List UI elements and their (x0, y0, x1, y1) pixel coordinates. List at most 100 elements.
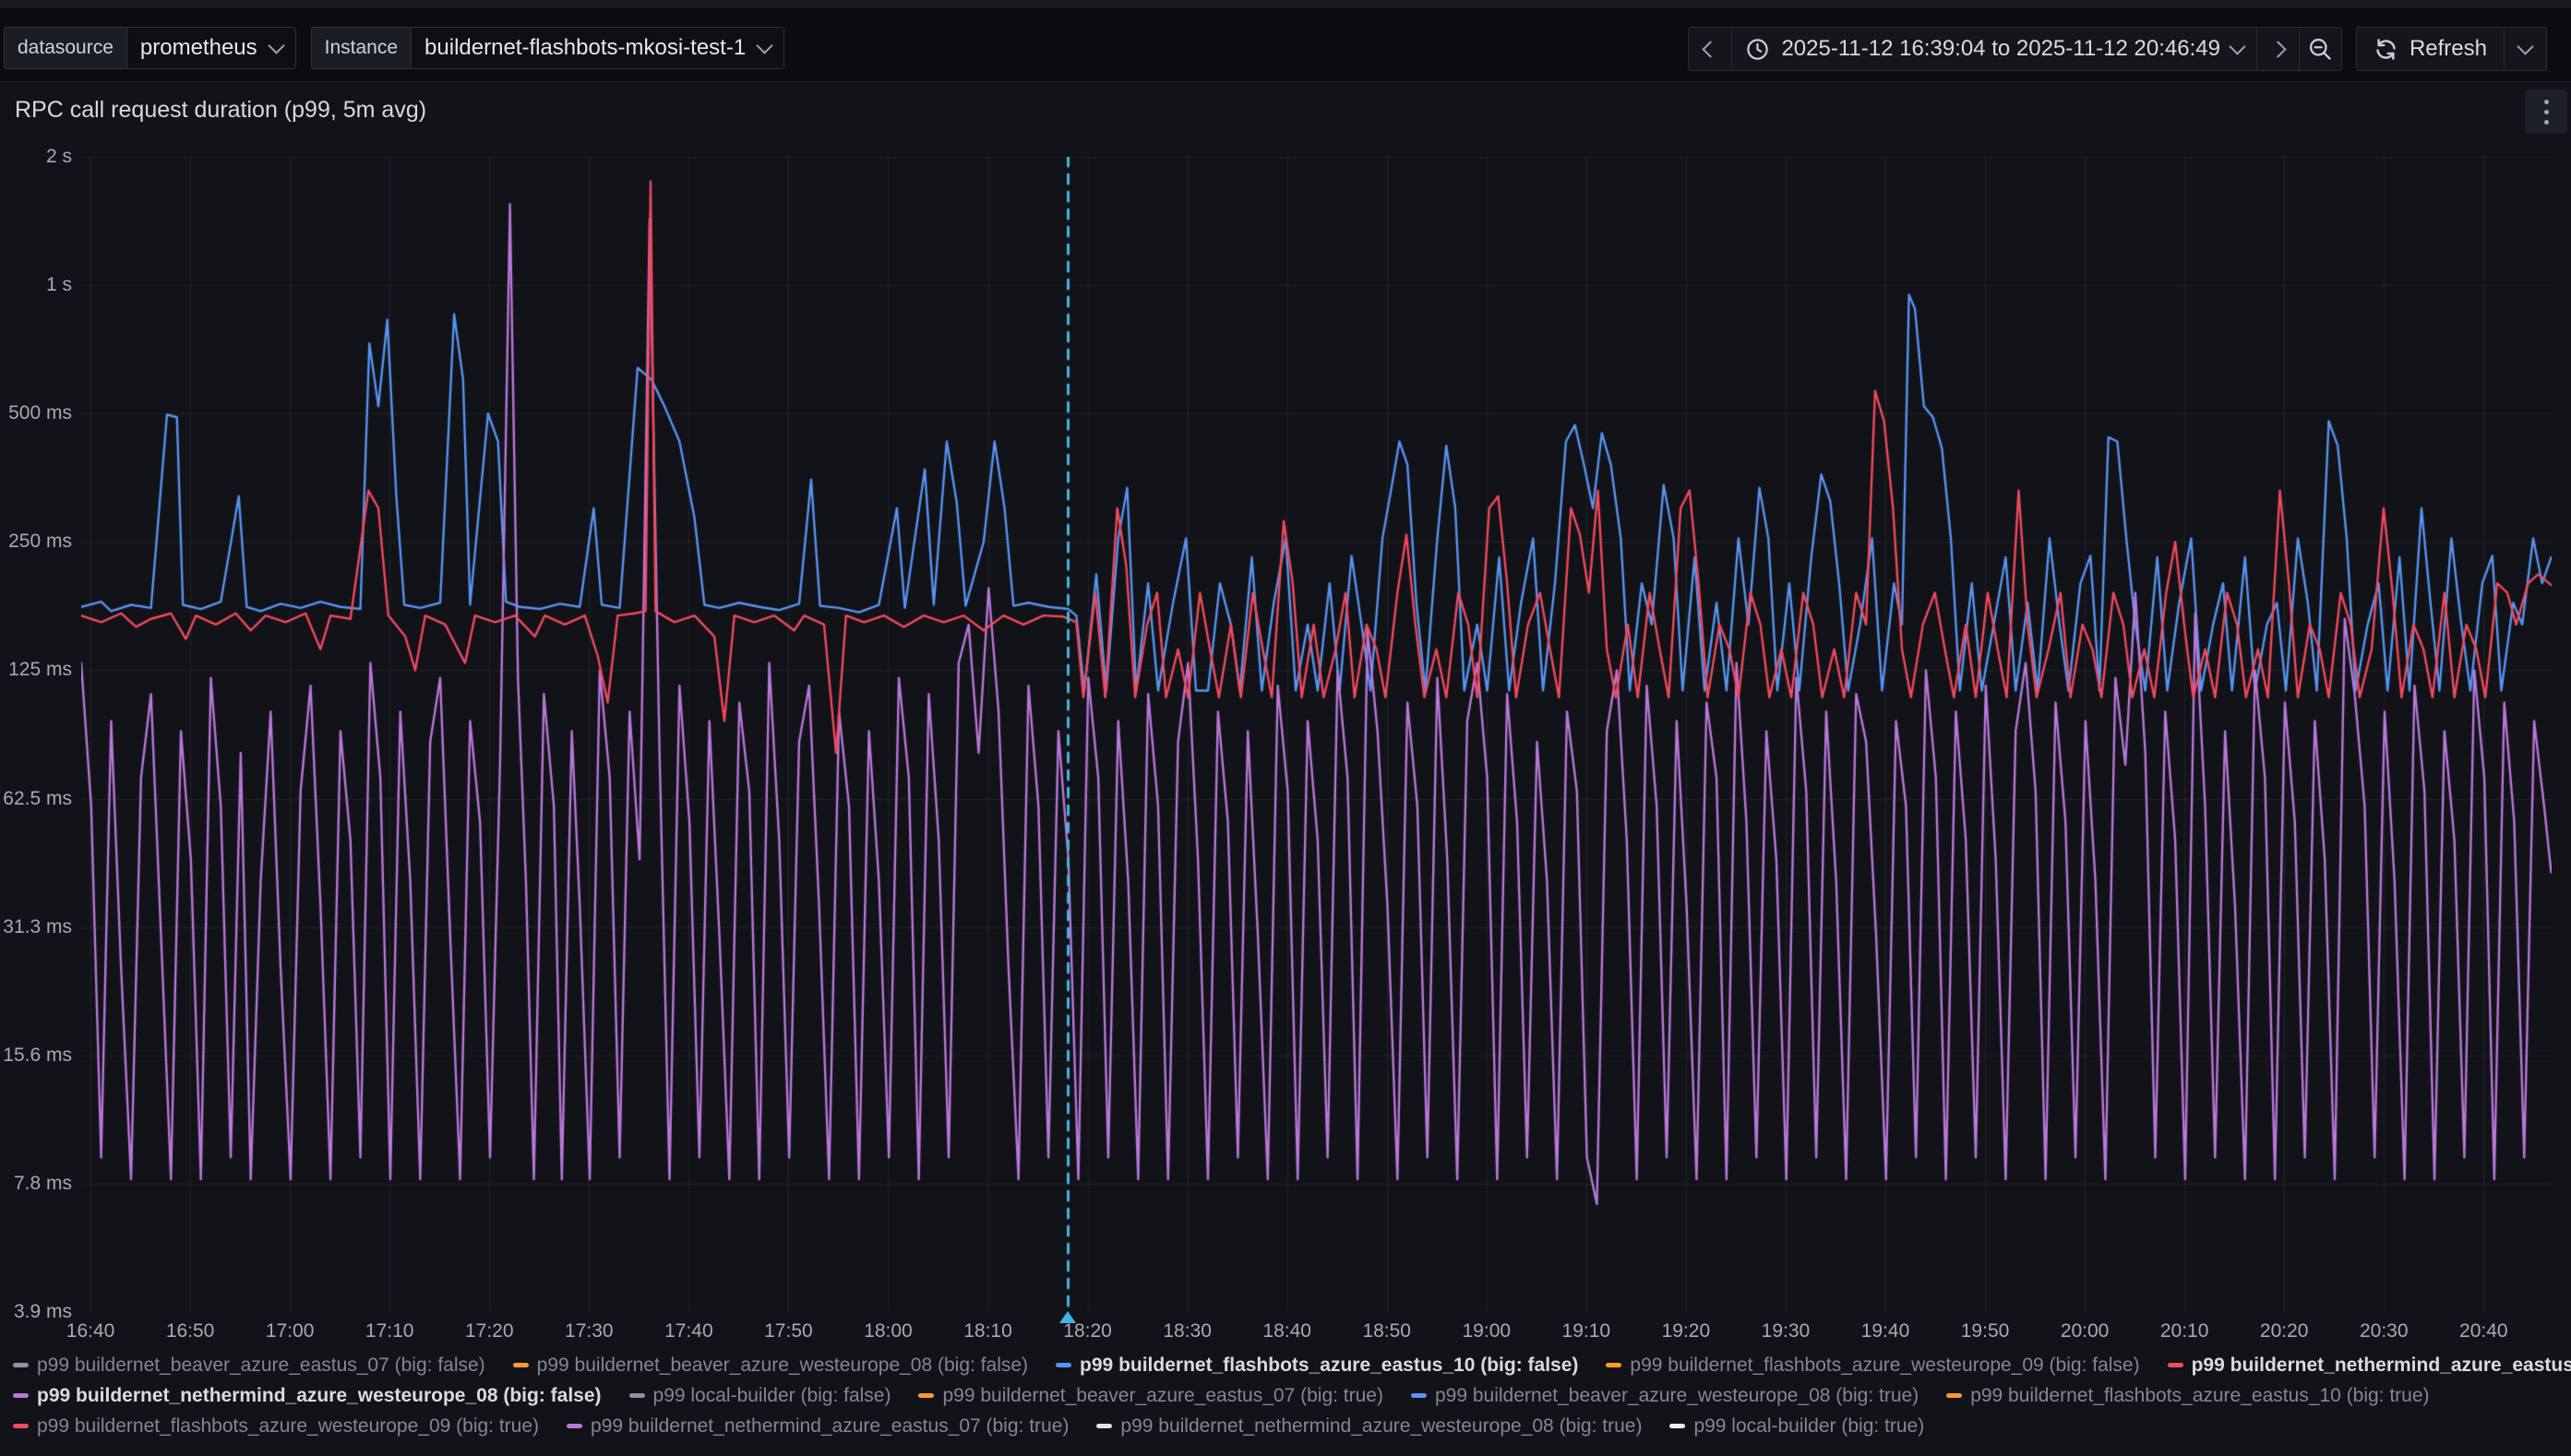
legend-swatch (1669, 1424, 1685, 1428)
legend-item[interactable]: p99 buildernet_beaver_azure_westeurope_0… (1411, 1385, 1919, 1407)
y-tick-label: 2 s (0, 146, 72, 168)
y-tick-label: 250 ms (0, 531, 72, 553)
legend-item[interactable]: p99 buildernet_flashbots_azure_westeurop… (13, 1415, 539, 1438)
x-tick-label: 19:50 (1943, 1320, 2027, 1343)
legend-label: p99 buildernet_nethermind_azure_eastus_0… (2192, 1355, 2571, 1377)
legend-item[interactable]: p99 buildernet_nethermind_azure_eastus_0… (567, 1415, 1069, 1438)
dashboard-toolbar: datasource prometheus Instance builderne… (0, 8, 2571, 81)
x-tick-label: 19:40 (1844, 1320, 1927, 1343)
legend-label: p99 buildernet_nethermind_azure_westeuro… (37, 1385, 602, 1407)
x-tick-label: 20:20 (2242, 1320, 2326, 1343)
timeseries-panel: RPC call request duration (p99, 5m avg) … (0, 81, 2571, 1456)
legend-label: p99 local-builder (big: true) (1693, 1415, 1924, 1438)
legend-swatch (567, 1424, 582, 1428)
kebab-dot (2544, 120, 2549, 125)
time-controls: 2025-11-12 16:39:04 to 2025-11-12 20:46:… (1688, 27, 2547, 71)
x-tick-label: 17:50 (747, 1320, 830, 1343)
time-range-text: 2025-11-12 16:39:04 to 2025-11-12 20:46:… (1781, 36, 2220, 62)
x-tick-label: 18:30 (1146, 1320, 1229, 1343)
zoom-out-button[interactable] (2299, 28, 2341, 70)
instance-value[interactable]: buildernet-flashbots-mkosi-test-1 (412, 28, 783, 68)
x-tick-label: 19:30 (1744, 1320, 1827, 1343)
kebab-dot (2544, 100, 2549, 104)
x-tick-label: 18:00 (846, 1320, 929, 1343)
legend-item[interactable]: p99 buildernet_flashbots_azure_eastus_10… (1056, 1355, 1578, 1377)
legend-label: p99 buildernet_flashbots_azure_westeurop… (37, 1415, 539, 1438)
x-tick-label: 16:50 (149, 1320, 232, 1343)
x-tick-label: 18:20 (1046, 1320, 1130, 1343)
legend-swatch (918, 1393, 934, 1398)
instance-picker[interactable]: Instance buildernet-flashbots-mkosi-test… (311, 27, 785, 69)
legend-label: p99 buildernet_beaver_azure_westeurope_0… (1435, 1385, 1919, 1407)
legend-item[interactable]: p99 buildernet_nethermind_azure_westeuro… (13, 1385, 602, 1407)
x-tick-label: 16:40 (49, 1320, 132, 1343)
legend-item[interactable]: p99 buildernet_flashbots_azure_eastus_10… (1946, 1385, 2429, 1407)
datasource-value-text: prometheus (140, 35, 257, 61)
panel-title: RPC call request duration (p99, 5m avg) (15, 97, 426, 124)
clock-icon (1745, 37, 1770, 62)
legend-item[interactable]: p99 buildernet_flashbots_azure_westeurop… (1606, 1355, 2139, 1377)
legend-item[interactable]: p99 buildernet_nethermind_azure_westeuro… (1096, 1415, 1642, 1438)
x-tick-label: 17:10 (348, 1320, 431, 1343)
legend-label: p99 local-builder (big: false) (653, 1385, 891, 1407)
timeseries-plot[interactable] (81, 157, 2552, 1312)
chevron-down-icon (2517, 38, 2533, 54)
window-top-strip (0, 0, 2571, 8)
refresh-picker-group: Refresh (2356, 27, 2547, 71)
panel-menu-button[interactable] (2525, 90, 2567, 134)
legend: p99 buildernet_beaver_azure_eastus_07 (b… (13, 1350, 2567, 1441)
grafana-dashboard: datasource prometheus Instance builderne… (0, 0, 2571, 1456)
datasource-value[interactable]: prometheus (127, 28, 295, 68)
legend-item[interactable]: p99 buildernet_beaver_azure_westeurope_0… (513, 1355, 1028, 1377)
legend-swatch (1411, 1393, 1427, 1398)
x-tick-label: 17:40 (647, 1320, 730, 1343)
y-tick-label: 1 s (0, 274, 72, 296)
y-tick-label: 500 ms (0, 402, 72, 424)
legend-swatch (513, 1363, 529, 1367)
time-shift-back-button[interactable] (1689, 28, 1731, 70)
legend-item[interactable]: p99 buildernet_beaver_azure_eastus_07 (b… (918, 1385, 1383, 1407)
x-tick-label: 17:20 (448, 1320, 531, 1343)
legend-item[interactable]: p99 buildernet_beaver_azure_eastus_07 (b… (13, 1355, 485, 1377)
instance-value-text: buildernet-flashbots-mkosi-test-1 (425, 35, 746, 61)
legend-swatch (629, 1393, 645, 1398)
time-shift-forward-button[interactable] (2256, 28, 2299, 70)
x-tick-label: 18:10 (947, 1320, 1030, 1343)
legend-swatch (13, 1363, 29, 1367)
zoom-out-icon (2307, 36, 2333, 62)
y-tick-label: 125 ms (0, 659, 72, 681)
chevron-right-icon (2269, 41, 2286, 57)
legend-swatch (13, 1424, 29, 1428)
x-tick-label: 20:10 (2143, 1320, 2226, 1343)
legend-label: p99 buildernet_flashbots_azure_westeurop… (1630, 1355, 2139, 1377)
chevron-down-icon (756, 37, 772, 54)
legend-label: p99 buildernet_beaver_azure_westeurope_0… (537, 1355, 1028, 1377)
x-tick-label: 18:40 (1246, 1320, 1329, 1343)
legend-swatch (1606, 1363, 1621, 1367)
time-range-button[interactable]: 2025-11-12 16:39:04 to 2025-11-12 20:46:… (1731, 28, 2256, 70)
chevron-down-icon (268, 37, 284, 54)
legend-swatch (1096, 1424, 1112, 1428)
x-tick-label: 19:00 (1445, 1320, 1528, 1343)
chevron-left-icon (1702, 41, 1718, 57)
legend-item[interactable]: p99 local-builder (big: true) (1669, 1415, 1924, 1438)
legend-swatch (1056, 1363, 1071, 1367)
x-tick-label: 20:40 (2442, 1320, 2525, 1343)
x-tick-label: 17:30 (547, 1320, 630, 1343)
x-tick-label: 20:30 (2342, 1320, 2425, 1343)
refresh-icon (2374, 37, 2398, 62)
x-tick-label: 19:20 (1644, 1320, 1728, 1343)
chevron-down-icon (2229, 38, 2245, 54)
x-tick-label: 20:00 (2043, 1320, 2126, 1343)
annotation-marker[interactable] (1059, 1311, 1076, 1323)
x-tick-label: 19:10 (1545, 1320, 1628, 1343)
x-tick-label: 18:50 (1345, 1320, 1429, 1343)
y-tick-label: 15.6 ms (0, 1044, 72, 1067)
legend-item[interactable]: p99 local-builder (big: false) (629, 1385, 891, 1407)
datasource-picker[interactable]: datasource prometheus (4, 27, 296, 69)
refresh-button[interactable]: Refresh (2357, 28, 2504, 70)
kebab-dot (2544, 110, 2549, 114)
legend-label: p99 buildernet_nethermind_azure_westeuro… (1120, 1415, 1642, 1438)
refresh-interval-dropdown[interactable] (2504, 28, 2546, 70)
legend-item[interactable]: p99 buildernet_nethermind_azure_eastus_0… (2168, 1355, 2571, 1377)
